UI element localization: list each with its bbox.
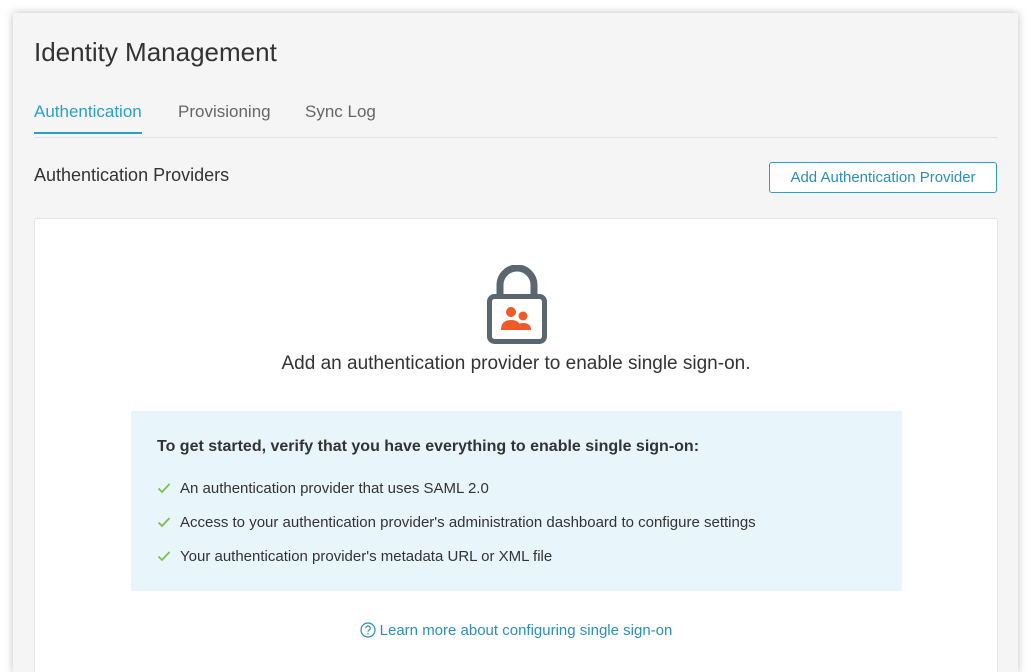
tab-provisioning[interactable]: Provisioning [178,102,271,132]
identity-management-window: Identity Management Authentication Provi… [13,13,1018,672]
section-title: Authentication Providers [34,165,230,185]
help-circle-icon [360,622,376,638]
requirements-box: To get started, verify that you have eve… [131,411,902,591]
add-authentication-provider-button[interactable]: Add Authentication Provider [769,162,997,193]
requirement-item: Access to your authentication provider's… [157,505,876,539]
lock-users-icon [487,265,547,344]
checkmark-icon [157,551,171,562]
requirements-heading: To get started, verify that you have eve… [157,438,700,455]
page-title: Identity Management [34,37,277,67]
requirement-item: An authentication provider that uses SAM… [157,471,876,505]
requirement-text: An authentication provider that uses SAM… [180,479,489,497]
tab-sync-log[interactable]: Sync Log [305,102,376,132]
checkmark-icon [157,483,171,494]
tab-bar: Authentication Provisioning Sync Log [34,99,998,138]
requirement-text: Your authentication provider's metadata … [180,547,553,565]
learn-more-label: Learn more about configuring single sign… [379,622,673,639]
checkmark-icon [157,517,171,528]
empty-state-message: Add an authentication provider to enable… [281,353,751,374]
empty-state-card: Add an authentication provider to enable… [34,218,998,672]
tab-authentication[interactable]: Authentication [34,102,142,134]
learn-more-link[interactable]: Learn more about configuring single sign… [35,622,997,639]
requirement-text: Access to your authentication provider's… [180,513,756,531]
requirement-item: Your authentication provider's metadata … [157,539,876,573]
